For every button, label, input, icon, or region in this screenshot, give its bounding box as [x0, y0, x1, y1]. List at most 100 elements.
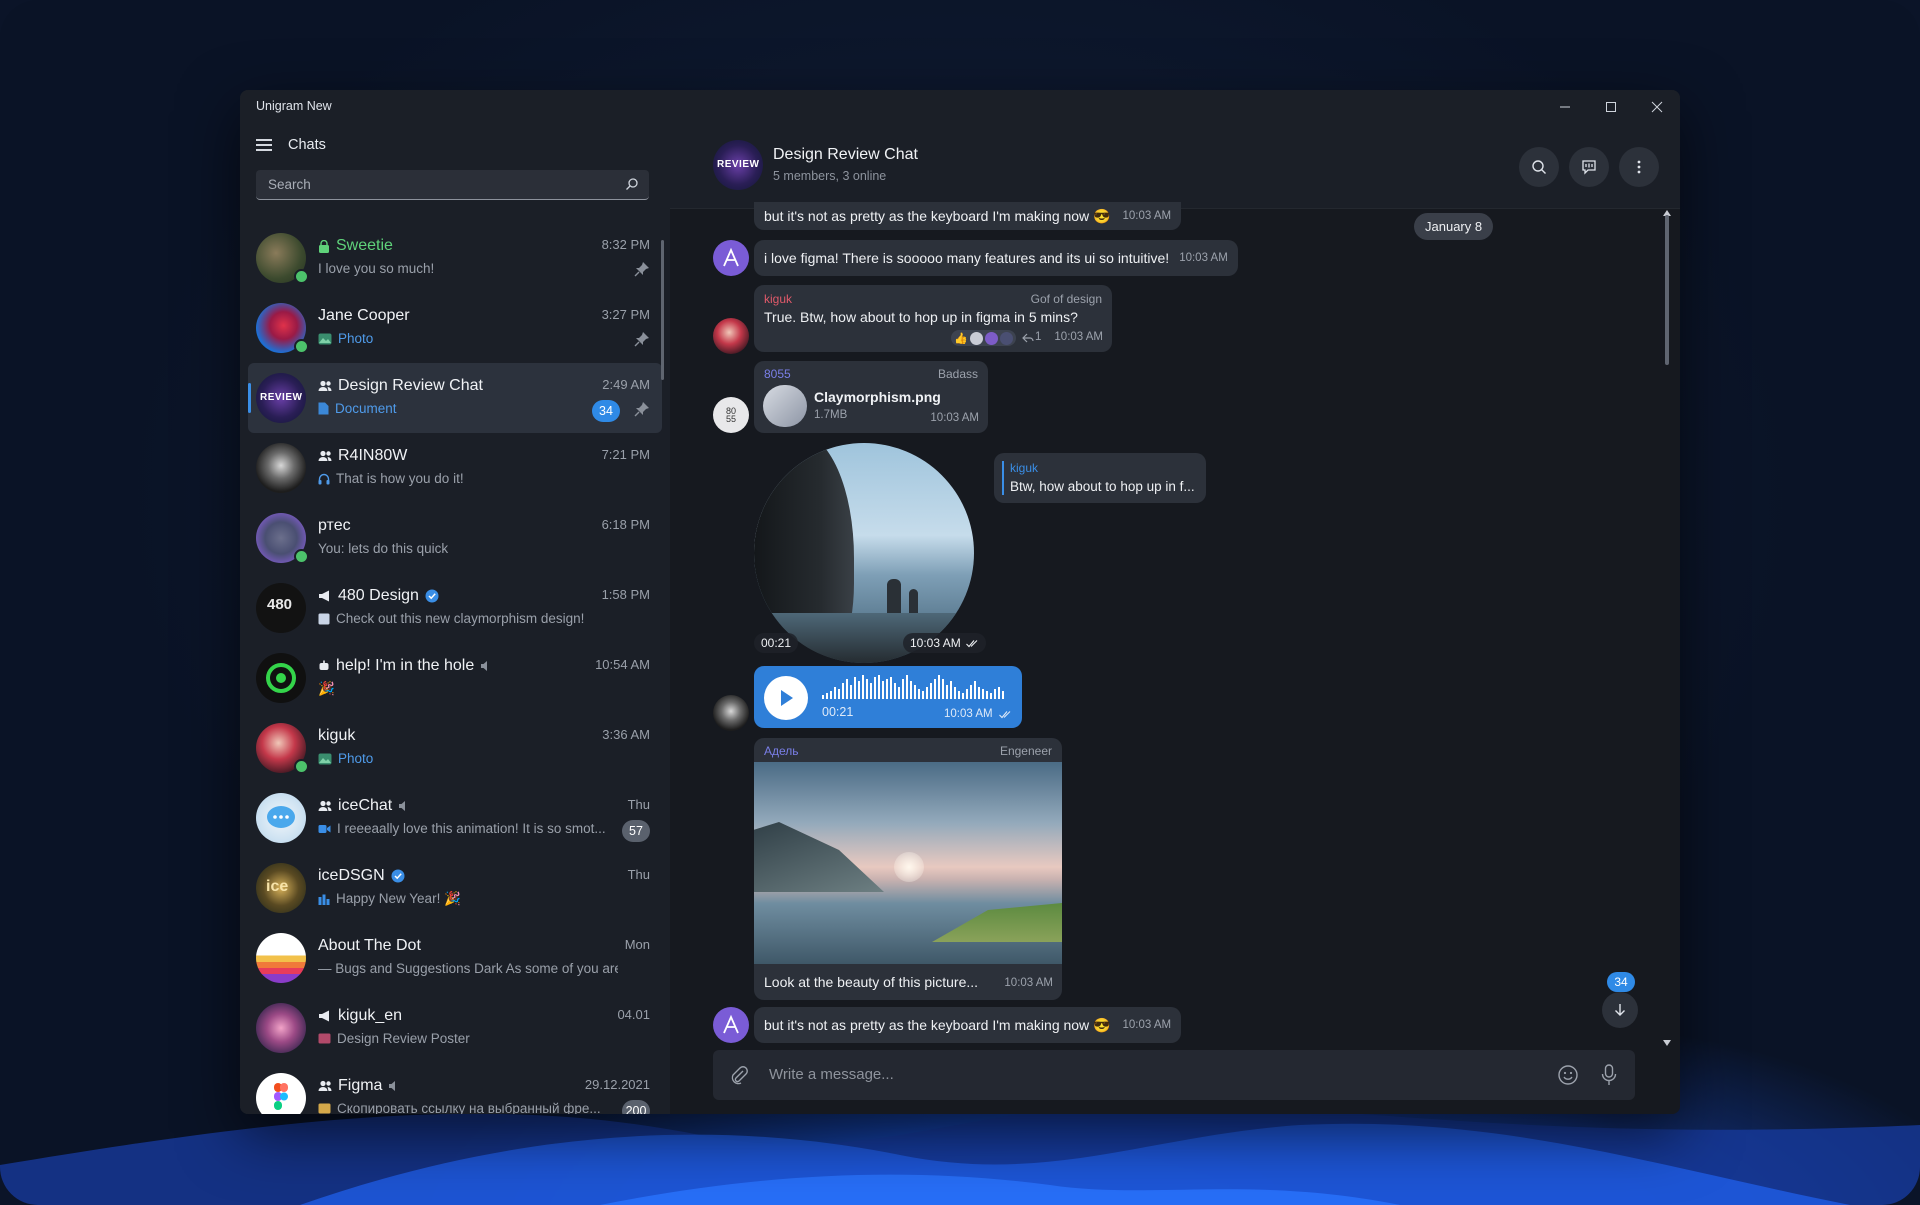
message-sender[interactable]: kiguk	[764, 292, 792, 306]
waveform-bar	[822, 695, 824, 699]
chat-time: 10:54 AM	[595, 657, 650, 672]
chat-item-figma[interactable]: Figma Скопировать ссылку на выбранный фр…	[248, 1063, 662, 1114]
group-icon	[318, 380, 332, 391]
chat-item-icechat[interactable]: iceChat I reeeaally love this animation!…	[248, 783, 662, 853]
video-message[interactable]	[754, 443, 974, 663]
waveform-bar	[902, 679, 904, 699]
message-bubble[interactable]: but it's not as pretty as the keyboard I…	[754, 202, 1182, 230]
play-icon	[781, 690, 793, 706]
waveform-bar	[926, 687, 928, 699]
waveform-bar	[950, 681, 952, 699]
image-thumbnail-icon	[318, 1103, 331, 1114]
message-composer	[713, 1050, 1635, 1100]
menu-icon[interactable]	[256, 139, 272, 151]
scroll-down-button[interactable]	[1602, 992, 1638, 1028]
chat-item-kiguk[interactable]: kiguk Photo 3:36 AM	[248, 713, 662, 783]
reply-preview[interactable]: kiguk Btw, how about to hop up in f...	[994, 453, 1206, 503]
waveform-bar	[930, 683, 932, 699]
file-name[interactable]: Claymorphism.png	[814, 389, 941, 405]
chat-preview: 🎉	[318, 681, 335, 696]
waveform[interactable]	[822, 675, 1012, 701]
avatar: 480	[256, 583, 306, 633]
sidebar-header: Chats	[256, 137, 326, 153]
waveform-bar	[954, 687, 956, 699]
message-avatar[interactable]	[713, 695, 749, 731]
pin-icon	[634, 262, 649, 277]
message-time: 10:03 AM	[1054, 331, 1103, 343]
search-input[interactable]	[266, 176, 610, 193]
attach-icon[interactable]	[729, 1065, 749, 1085]
message-bubble[interactable]: kiguk Gof of design True. Btw, how about…	[754, 285, 1112, 352]
avatar-logo-text: REVIEW	[260, 392, 303, 403]
chat-item-help-im-in-the-hole[interactable]: help! I'm in the hole 🎉 10:54 AM	[248, 643, 662, 713]
chat-name: ртес	[318, 517, 351, 534]
chat-time: 04.01	[617, 1007, 650, 1022]
emoji-icon[interactable]	[1557, 1064, 1579, 1086]
avatar-logo-text: REVIEW	[717, 159, 760, 170]
message-avatar[interactable]	[713, 318, 749, 354]
video-duration: 00:21	[754, 633, 799, 653]
waveform-bar	[982, 689, 984, 699]
message-time: 10:03 AM	[1122, 1019, 1172, 1031]
scroll-down-arrow-icon[interactable]	[1662, 1039, 1672, 1047]
waveform-bar	[882, 681, 884, 699]
close-button[interactable]	[1634, 90, 1680, 123]
voice-message[interactable]: 00:21 10:03 AM	[754, 666, 1022, 728]
waveform-bar	[958, 691, 960, 699]
message-avatar[interactable]: 80 55	[713, 397, 749, 433]
message-bubble[interactable]: Адель Engeneer Look at the beauty of thi…	[754, 738, 1062, 1000]
chat-item-jane-cooper[interactable]: Jane Cooper Photo 3:27 PM	[248, 293, 662, 363]
waveform-bar	[994, 689, 996, 699]
online-indicator	[294, 549, 309, 564]
chat-item-icedsgn[interactable]: ice iceDSGN Happy New Year! 🎉 Thu	[248, 853, 662, 923]
message-bubble[interactable]: 8055 Badass Claymorphism.png 1.7MB 10:03…	[754, 361, 988, 433]
message-input[interactable]	[767, 1065, 1371, 1084]
unread-badge: 57	[622, 820, 650, 842]
sidebar-scrollbar[interactable]	[661, 240, 664, 380]
chat-name: iceChat	[338, 797, 393, 814]
chat-name: Sweetie	[336, 237, 393, 254]
chat-time: 3:27 PM	[601, 307, 650, 322]
chat-preview: Happy New Year! 🎉	[336, 891, 461, 906]
waveform-bar	[906, 675, 908, 699]
chat-item-design-review-chat[interactable]: REVIEW Design Review Chat Document 2:49 …	[248, 363, 662, 433]
message-avatar[interactable]	[713, 1007, 749, 1043]
minimize-icon	[1560, 106, 1570, 107]
chat-scrollbar-thumb[interactable]	[1665, 215, 1669, 365]
chat-avatar[interactable]: REVIEW	[713, 140, 763, 190]
video-chat-button[interactable]	[1569, 147, 1609, 187]
maximize-button[interactable]	[1588, 90, 1634, 123]
play-button[interactable]	[764, 676, 808, 720]
chat-item-kiguk-en[interactable]: kiguk_en Design Review Poster 04.01	[248, 993, 662, 1063]
photo[interactable]	[754, 762, 1062, 964]
sender-title: Gof of design	[1030, 292, 1102, 306]
reactions[interactable]: 👍	[951, 330, 1016, 346]
chat-title[interactable]: Design Review Chat	[773, 146, 918, 164]
avatar: ice	[256, 863, 306, 913]
muted-icon	[389, 1081, 396, 1091]
chat-item-about-the-dot[interactable]: About The Dot — Bugs and Suggestions Dar…	[248, 923, 662, 993]
chat-item-ptec[interactable]: ртес You: lets do this quick 6:18 PM	[248, 503, 662, 573]
chat-time: 3:36 AM	[602, 727, 650, 742]
message-sender[interactable]: 8055	[764, 367, 791, 381]
avatar	[256, 653, 306, 703]
megaphone-icon	[319, 1010, 329, 1022]
search-button[interactable]	[1519, 147, 1559, 187]
chat-item-480-design[interactable]: 480 480 Design Check out this new claymo…	[248, 573, 662, 643]
message-bubble[interactable]: i love figma! There is sooooo many featu…	[754, 240, 1238, 276]
file-thumbnail[interactable]	[763, 385, 807, 427]
message-bubble[interactable]: but it's not as pretty as the keyboard I…	[754, 1007, 1182, 1043]
verified-icon	[391, 869, 405, 883]
chat-item-sweetie[interactable]: Sweetie I love you so much! 8:32 PM	[248, 223, 662, 293]
search-icon[interactable]	[625, 177, 639, 191]
waveform-bar	[918, 689, 920, 699]
chat-preview: Document	[335, 401, 397, 416]
more-options-button[interactable]	[1619, 147, 1659, 187]
chat-item-r4in80w[interactable]: R4IN80W That is how you do it! 7:21 PM	[248, 433, 662, 503]
message-avatar[interactable]	[713, 240, 749, 276]
message-sender[interactable]: Адель	[764, 744, 799, 758]
microphone-icon[interactable]	[1601, 1064, 1617, 1086]
chat-sidebar: Chats Sweetie I love you so much! 8:32 P…	[240, 123, 670, 1114]
minimize-button[interactable]	[1542, 90, 1588, 123]
chat-preview: Check out this new claymorphism design!	[336, 611, 585, 626]
